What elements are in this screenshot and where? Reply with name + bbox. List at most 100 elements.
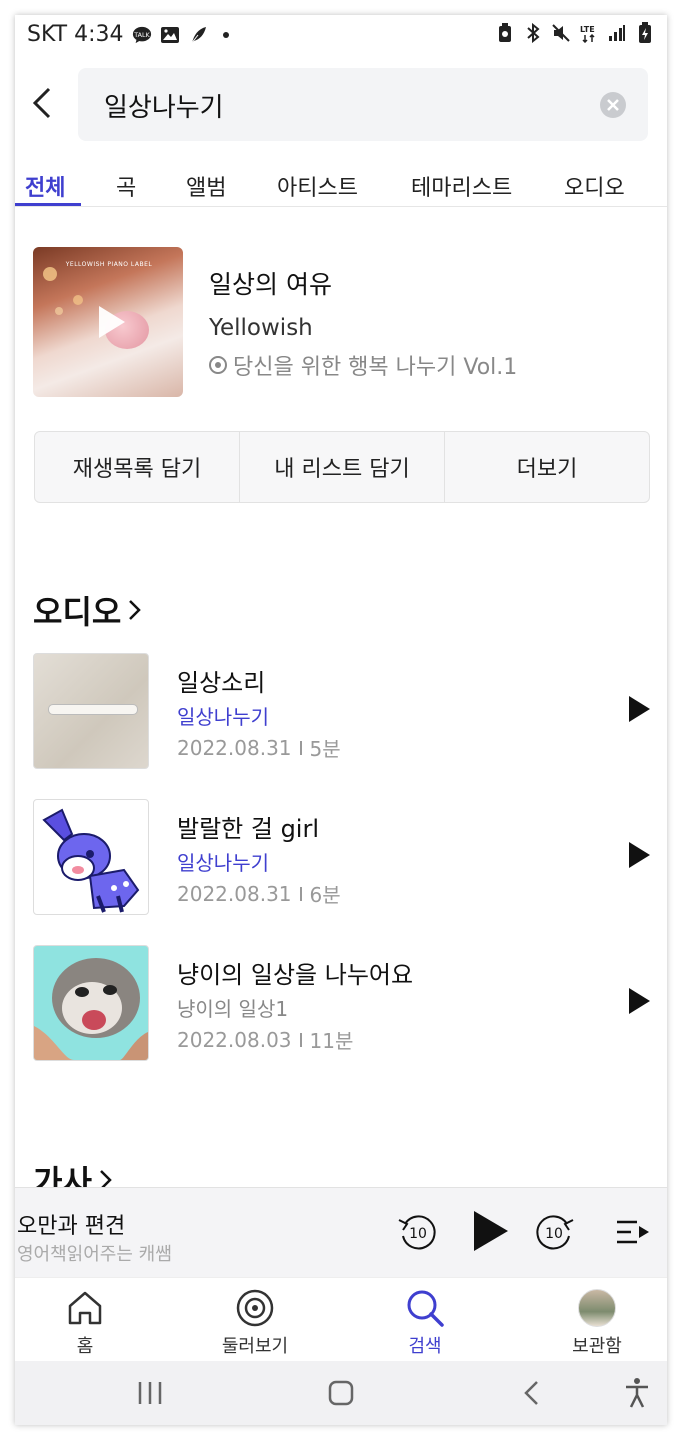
battery-icon [635, 22, 655, 43]
audio-channel[interactable]: 일상나누기 [177, 701, 269, 730]
audio-thumbnail [33, 799, 149, 915]
search-input[interactable] [102, 86, 586, 124]
nav-label: 둘러보기 [221, 1336, 289, 1357]
lte-icon: LTE [579, 23, 599, 43]
svg-text:LTE: LTE [580, 25, 595, 34]
audio-thumbnail [33, 945, 149, 1061]
cover-art [55, 307, 63, 315]
play-icon[interactable] [625, 693, 653, 725]
battery-saver-icon [495, 23, 515, 43]
search-header [15, 55, 667, 151]
audio-thumbnail [33, 653, 149, 769]
tab-songs[interactable]: 곡 [116, 170, 136, 202]
nav-search[interactable]: 검색 [355, 1288, 495, 1358]
audio-date: 2022.08.03 [177, 1027, 292, 1052]
action-buttons: 재생목록 담기 내 리스트 담기 더보기 [34, 431, 650, 503]
separator [299, 740, 302, 755]
cover-art [73, 295, 83, 305]
deer-illustration [42, 808, 140, 913]
tab-themelist[interactable]: 테마리스트 [411, 170, 512, 202]
more-button[interactable]: 더보기 [445, 432, 649, 502]
disc-icon [236, 1289, 274, 1327]
signal-icon [607, 23, 627, 43]
carrier-time: SKT 4:34 [27, 22, 124, 47]
song-album[interactable]: 당신을 위한 행복 나누기 Vol.1 [209, 349, 517, 381]
result-tabs: 전체 곡 앨범 아티스트 테마리스트 오디오 [15, 160, 667, 207]
song-artist[interactable]: Yellowish [209, 315, 313, 341]
nav-label: 검색 [408, 1336, 442, 1357]
audio-title: 냥이의 일상을 나누어요 [177, 961, 414, 989]
tab-all[interactable]: 전체 [25, 170, 65, 202]
play-icon[interactable] [625, 839, 653, 871]
mini-player[interactable]: 오만과 편견 영어책읽어주는 캐쌤 10 10 [15, 1187, 667, 1278]
app-frame: SKT 4:34 TALK LTE 일상나누기 전체 곡 앨범 아티스트 테마리… [15, 15, 667, 1425]
song-title[interactable]: 일상의 여유 [209, 265, 332, 301]
svg-text:TALK: TALK [133, 31, 150, 38]
recent-apps-icon[interactable] [135, 1379, 165, 1407]
nav-label: 보관함 [572, 1336, 622, 1357]
audio-duration: 11분 [309, 1029, 354, 1053]
album-name: 당신을 위한 행복 나누기 Vol.1 [233, 355, 518, 380]
cat-photo [34, 958, 148, 1060]
playlist-icon[interactable] [615, 1214, 651, 1250]
separator [299, 1032, 302, 1047]
player-title: 오만과 편견 [17, 1214, 126, 1239]
forward-10-icon[interactable]: 10 [533, 1210, 577, 1254]
nav-home[interactable]: 홈 [15, 1288, 155, 1358]
home-button-icon[interactable] [327, 1379, 355, 1407]
talk-icon: TALK [132, 25, 152, 45]
audio-title: 발랄한 걸 girl [177, 815, 320, 843]
audio-meta: 2022.08.03 11분 [177, 1025, 353, 1054]
cover-art [43, 267, 57, 281]
tab-artists[interactable]: 아티스트 [277, 170, 358, 202]
audio-duration: 5분 [309, 737, 341, 761]
audio-list-item[interactable]: 냥이의 일상을 나누어요 냥이의 일상1 2022.08.03 11분 [33, 945, 653, 1063]
audio-date: 2022.08.31 [177, 881, 292, 906]
close-icon [607, 99, 619, 111]
accessibility-icon[interactable] [623, 1377, 651, 1409]
tab-audio[interactable]: 오디오 [564, 170, 625, 202]
status-bar: SKT 4:34 TALK LTE [15, 15, 667, 55]
nav-label: 홈 [76, 1336, 94, 1357]
audio-list-item[interactable]: 일상소리 일상나누기 2022.08.31 5분 [33, 653, 653, 771]
clear-search-button[interactable] [600, 92, 626, 118]
bluetooth-icon [523, 23, 543, 43]
forward-label: 10 [545, 1226, 563, 1242]
back-button[interactable] [29, 85, 57, 121]
album-cover[interactable]: YELLOWISH PIANO LABEL [33, 247, 183, 397]
back-nav-icon[interactable] [521, 1379, 541, 1407]
separator [299, 886, 302, 901]
system-nav-bar [15, 1361, 667, 1425]
audio-meta: 2022.08.31 5분 [177, 733, 341, 762]
search-box[interactable] [78, 68, 648, 141]
audio-date: 2022.08.31 [177, 735, 292, 760]
mute-icon [551, 23, 571, 43]
rewind-label: 10 [409, 1226, 427, 1242]
play-icon[interactable] [93, 302, 129, 342]
audio-list-item[interactable]: 발랄한 걸 girl 일상나누기 2022.08.31 6분 [33, 799, 653, 917]
play-icon[interactable] [470, 1208, 510, 1254]
audio-meta: 2022.08.31 6분 [177, 879, 341, 908]
avatar [578, 1289, 616, 1327]
add-to-my-list-button[interactable]: 내 리스트 담기 [240, 432, 445, 502]
thumbnail-search-bar [48, 704, 138, 715]
dot-icon [216, 25, 236, 45]
audio-section-title[interactable]: 오디오 [33, 587, 143, 633]
play-icon[interactable] [625, 985, 653, 1017]
audio-title: 일상소리 [177, 669, 266, 697]
bottom-nav: 홈 둘러보기 검색 보관함 [15, 1277, 667, 1360]
add-to-playlist-button[interactable]: 재생목록 담기 [35, 432, 240, 502]
chevron-left-icon [32, 87, 51, 119]
section-title-label: 오디오 [33, 593, 122, 631]
nav-browse[interactable]: 둘러보기 [185, 1288, 325, 1358]
gallery-icon [160, 25, 180, 45]
audio-duration: 6분 [309, 883, 341, 907]
audio-channel[interactable]: 일상나누기 [177, 847, 269, 876]
tab-albums[interactable]: 앨범 [186, 170, 226, 202]
audio-channel[interactable]: 냥이의 일상1 [177, 993, 288, 1022]
chevron-right-icon [129, 600, 142, 620]
cover-label: YELLOWISH PIANO LABEL [65, 261, 153, 268]
disc-icon [209, 356, 227, 374]
rewind-10-icon[interactable]: 10 [395, 1210, 439, 1254]
nav-library[interactable]: 보관함 [527, 1288, 667, 1358]
